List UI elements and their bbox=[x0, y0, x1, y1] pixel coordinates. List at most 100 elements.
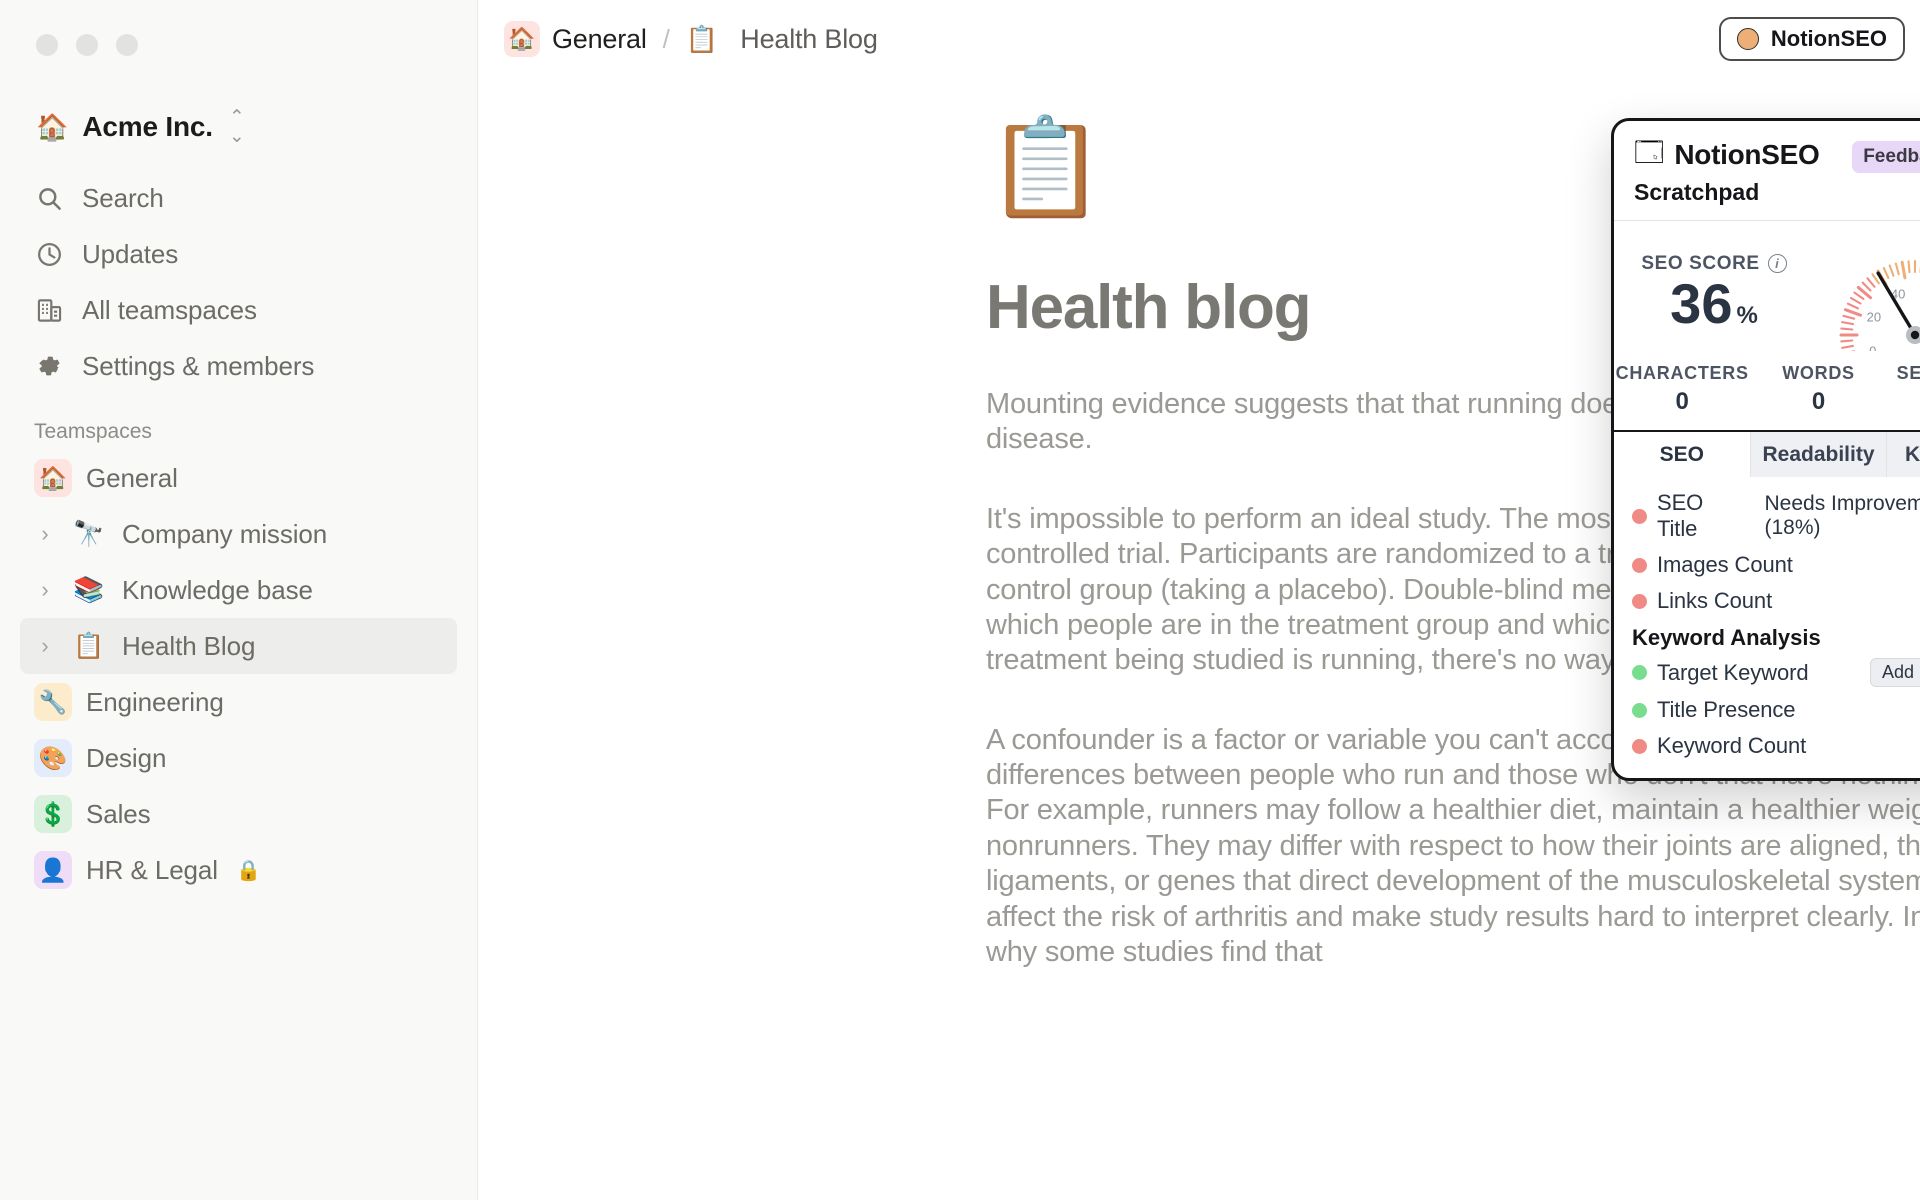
svg-text:0: 0 bbox=[1869, 343, 1876, 351]
sidebar-item-label: Settings & members bbox=[82, 350, 315, 381]
metric-row-images-count[interactable]: Images Count 0 bbox=[1614, 547, 1920, 583]
gear-icon bbox=[34, 352, 64, 380]
metric-value: Needs Improvement (18%) bbox=[1764, 492, 1920, 539]
person-emoji-icon: 👤 bbox=[34, 851, 72, 889]
breadcrumb-general[interactable]: 🏠 General bbox=[504, 21, 647, 57]
panel-tabs: SEO Readability Keywords bbox=[1614, 430, 1920, 477]
sidebar-item-label: Updates bbox=[82, 238, 179, 269]
stat-words: WORDS 0 bbox=[1750, 363, 1886, 416]
seo-score-unit: % bbox=[1736, 301, 1758, 329]
notionseo-extension-button[interactable]: NotionSEO bbox=[1718, 17, 1905, 61]
status-dot-icon bbox=[1632, 508, 1647, 524]
dollar-emoji-icon: 💲 bbox=[34, 795, 72, 833]
breadcrumb-label: Health Blog bbox=[740, 23, 878, 54]
chevron-right-icon[interactable]: › bbox=[34, 579, 56, 601]
workspace-name: Acme Inc. bbox=[82, 111, 213, 142]
maximize-window-button[interactable] bbox=[116, 34, 138, 56]
seo-metric-rows: SEO Title Needs Improvement (18%) Images… bbox=[1614, 477, 1920, 778]
house-emoji-icon: 🏠 bbox=[34, 459, 72, 497]
metric-row-target-keyword[interactable]: Target Keyword Add Clear bbox=[1614, 653, 1920, 692]
status-dot-icon bbox=[1632, 738, 1647, 754]
sidebar-item-sales[interactable]: 💲 Sales bbox=[20, 786, 457, 842]
sidebar-item-updates[interactable]: Updates bbox=[20, 226, 457, 282]
tab-seo[interactable]: SEO bbox=[1614, 432, 1751, 477]
close-window-button[interactable] bbox=[36, 34, 58, 56]
metric-label: SEO Title bbox=[1657, 490, 1704, 541]
status-dot-icon bbox=[1632, 665, 1647, 680]
workspace-switcher[interactable]: 🏠 Acme Inc. ⌃ ⌄ bbox=[26, 102, 326, 152]
building-icon bbox=[34, 297, 64, 324]
wrench-emoji-icon: 🔧 bbox=[34, 683, 72, 721]
sidebar-item-hr-legal[interactable]: 👤 HR & Legal 🔒 bbox=[20, 842, 457, 898]
keyword-analysis-heading: Keyword Analysis bbox=[1632, 625, 1821, 650]
sidebar-item-company-mission[interactable]: › 🔭 Company mission bbox=[20, 506, 457, 562]
feedback-button[interactable]: Feedback bbox=[1852, 141, 1920, 173]
chevron-up-down-icon[interactable]: ⌃ ⌄ bbox=[229, 108, 245, 146]
sidebar-item-health-blog[interactable]: › 📋 Health Blog bbox=[20, 618, 457, 674]
info-icon[interactable]: i bbox=[1767, 254, 1787, 274]
sidebar-item-knowledge-base[interactable]: › 📚 Knowledge base bbox=[20, 562, 457, 618]
metric-label: Target Keyword bbox=[1657, 659, 1809, 685]
seo-score-value: 36 bbox=[1670, 271, 1733, 335]
chevron-right-icon[interactable]: › bbox=[34, 523, 56, 545]
app-window: 🏠 Acme Inc. ⌃ ⌄ Search Updates All teams… bbox=[0, 0, 1920, 1200]
sidebar-section-teamspaces: Teamspaces bbox=[34, 420, 152, 443]
tab-readability[interactable]: Readability bbox=[1750, 432, 1888, 477]
stat-label: WORDS bbox=[1782, 363, 1855, 383]
minimize-window-button[interactable] bbox=[76, 34, 98, 56]
teamspace-label: Engineering bbox=[86, 686, 224, 717]
teamspace-label: Knowledge base bbox=[122, 574, 313, 605]
sidebar-item-search[interactable]: Search bbox=[20, 170, 457, 226]
stat-value: 0 bbox=[1887, 388, 1920, 416]
teamspace-label: Design bbox=[86, 742, 167, 773]
stat-label: SENTENCES bbox=[1896, 363, 1920, 383]
clipboard-icon: 📋 bbox=[685, 23, 719, 54]
breadcrumb-health-blog[interactable]: 📋 Health Blog bbox=[686, 24, 878, 55]
teamspace-label: General bbox=[86, 462, 178, 493]
status-dot-icon bbox=[1632, 593, 1647, 609]
binoculars-icon: 🔭 bbox=[73, 519, 105, 548]
palette-emoji-icon: 🎨 bbox=[34, 739, 72, 777]
panel-header: 🗔 NotionSEO Feedback ✕ bbox=[1614, 121, 1920, 173]
teamspace-label: Health Blog bbox=[122, 630, 256, 661]
window-traffic-lights[interactable] bbox=[0, 0, 477, 56]
sidebar-item-settings-members[interactable]: Settings & members bbox=[20, 338, 457, 394]
teamspace-label: Sales bbox=[86, 798, 151, 829]
clock-icon bbox=[34, 241, 64, 268]
breadcrumb-separator: / bbox=[662, 23, 670, 54]
panel-title: NotionSEO bbox=[1674, 139, 1820, 170]
sidebar-item-label: Search bbox=[82, 182, 164, 213]
house-emoji-icon: 🏠 bbox=[36, 111, 69, 142]
sidebar-item-general[interactable]: 🏠 General bbox=[20, 450, 457, 506]
metric-label: Links Count bbox=[1657, 588, 1773, 613]
chevron-right-icon[interactable]: › bbox=[34, 635, 56, 657]
svg-text:20: 20 bbox=[1867, 310, 1881, 325]
sidebar-nav: Search Updates All teamspaces Settings &… bbox=[0, 170, 477, 394]
search-icon bbox=[34, 185, 64, 212]
chart-box-icon: 🗔 bbox=[1634, 137, 1665, 168]
sidebar-item-label: All teamspaces bbox=[82, 294, 257, 325]
metric-label: Title Presence bbox=[1657, 697, 1796, 722]
metric-row-seo-title[interactable]: SEO Title Needs Improvement (18%) bbox=[1614, 485, 1920, 547]
add-keyword-button[interactable]: Add bbox=[1869, 658, 1920, 687]
sidebar-item-engineering[interactable]: 🔧 Engineering bbox=[20, 674, 457, 730]
stat-value: 0 bbox=[1675, 388, 1689, 415]
metric-row-title-presence[interactable]: Title Presence Yes bbox=[1614, 692, 1920, 728]
status-dot-icon bbox=[1632, 702, 1647, 718]
sidebar-item-design[interactable]: 🎨 Design bbox=[20, 730, 457, 786]
seo-gauge-chart: 020406080100 bbox=[1814, 237, 1920, 351]
breadcrumb-label: General bbox=[552, 23, 647, 54]
notionseo-dot-icon bbox=[1736, 28, 1759, 50]
seo-score-readout: SEO SCORE i 36 % bbox=[1614, 253, 1814, 334]
stat-characters: CHARACTERS 0 bbox=[1614, 363, 1750, 416]
metric-label: Keyword Count bbox=[1657, 733, 1807, 758]
metric-row-links-count[interactable]: Links Count Poor bbox=[1614, 583, 1920, 619]
status-dot-icon bbox=[1632, 557, 1647, 573]
books-icon: 📚 bbox=[73, 575, 105, 604]
metric-row-keyword-count[interactable]: Keyword Count 0 bbox=[1614, 728, 1920, 764]
notionseo-label: NotionSEO bbox=[1770, 26, 1887, 51]
topbar: 🏠 General / 📋 Health Blog NotionSEO bbox=[478, 0, 1920, 78]
sidebar-item-all-teamspaces[interactable]: All teamspaces bbox=[20, 282, 457, 338]
tab-keywords[interactable]: Keywords bbox=[1887, 432, 1920, 477]
notionseo-panel: 🗔 NotionSEO Feedback ✕ Scratchpad SEO SC… bbox=[1611, 118, 1920, 781]
